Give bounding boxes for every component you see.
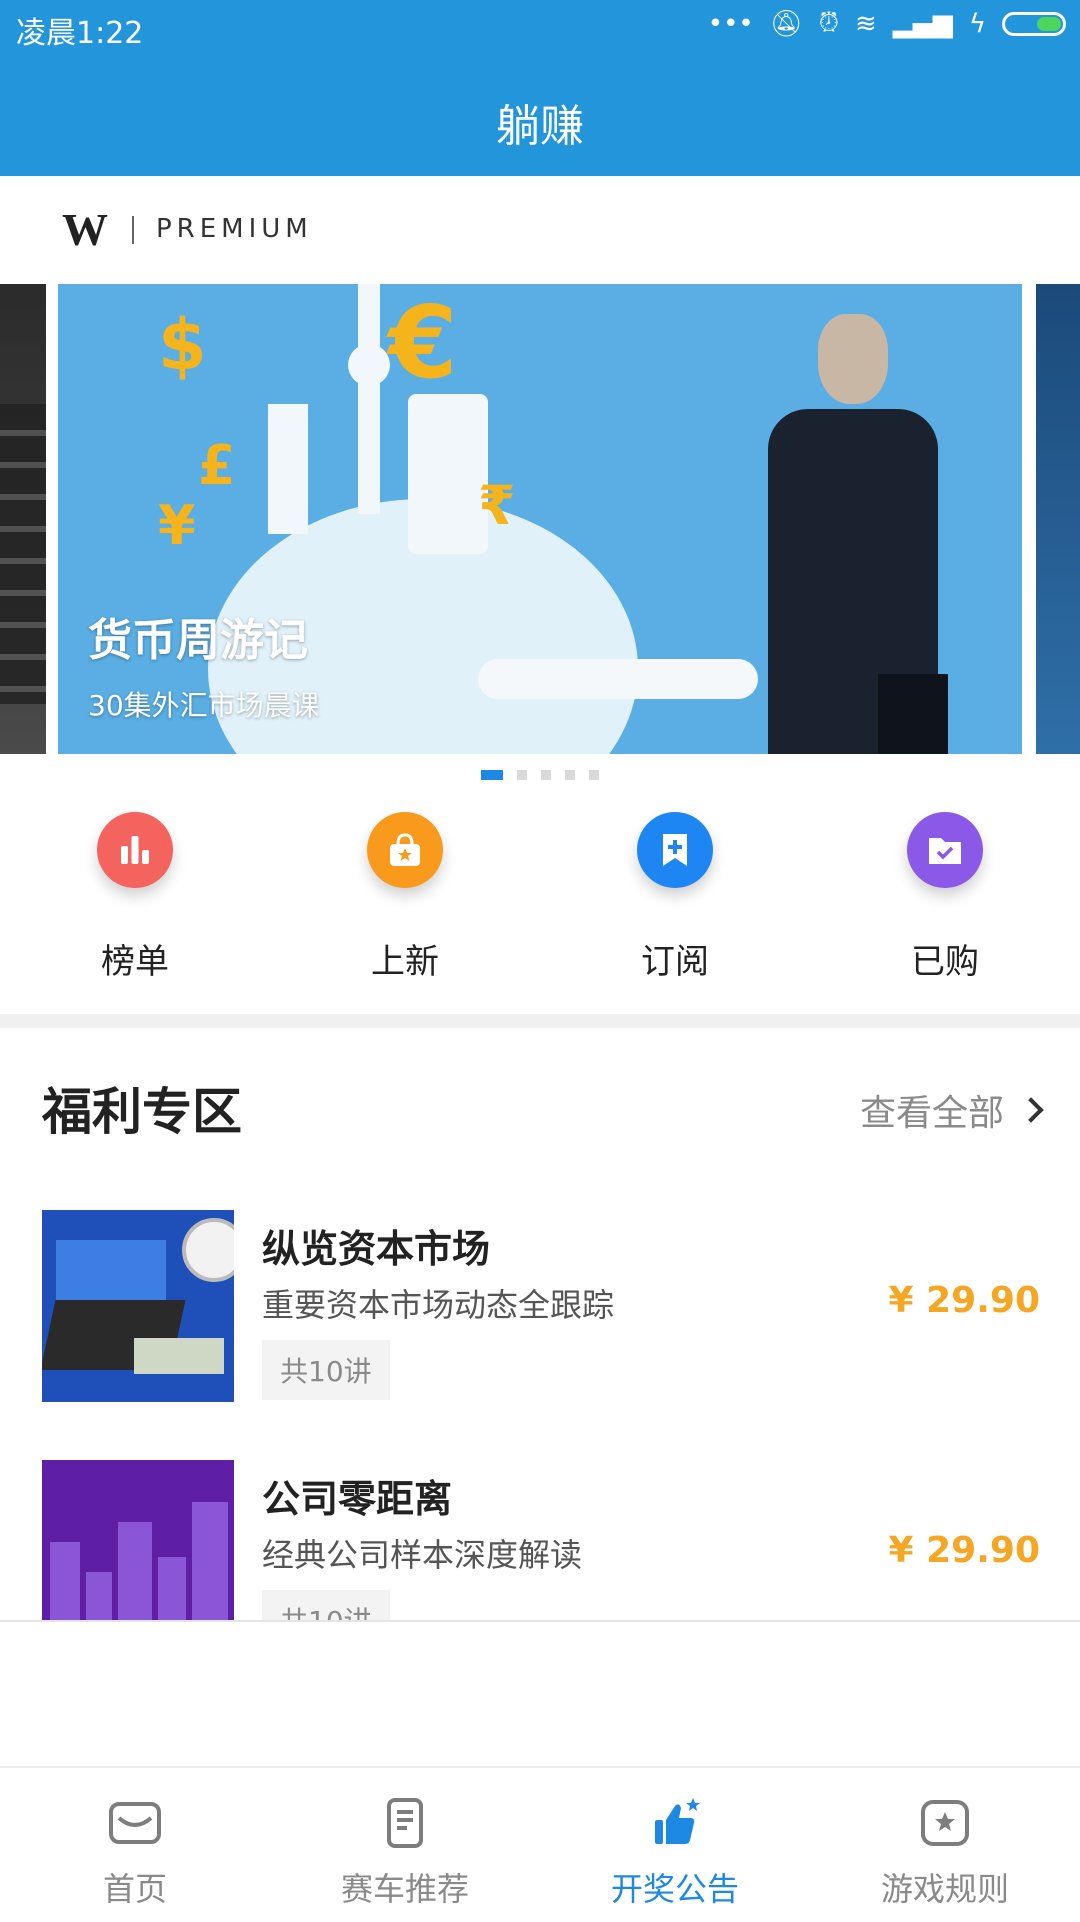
- status-icons: ••• 🔕︎ ⏰︎ ≋ ▂▄▆ ϟ: [708, 8, 1066, 39]
- course-price: ¥ 29.90: [888, 1280, 1040, 1321]
- slide-caption: 货币周游记 30集外汇市场晨课: [88, 604, 320, 724]
- mute-icon: 🔕︎: [769, 8, 803, 39]
- tab-label: 开奖公告: [610, 1870, 739, 1908]
- brand-strip: W PREMIUM: [0, 176, 1080, 284]
- course-description: 经典公司样本深度解读: [262, 1536, 583, 1574]
- folder-check-icon: [907, 812, 983, 888]
- quick-entry-new[interactable]: 上新: [270, 812, 540, 1012]
- carousel-slide[interactable]: $ € £ ¥ ₹ 货币周游记 30集外汇市场晨课: [58, 284, 1022, 754]
- brand-text: PREMIUM: [156, 214, 313, 244]
- slide-title: 货币周游记: [88, 615, 308, 666]
- quick-entry-label: 上新: [371, 942, 439, 982]
- quick-entry-label: 榜单: [101, 942, 169, 982]
- wifi-icon: ≋: [855, 8, 877, 39]
- course-description: 重要资本市场动态全跟踪: [262, 1286, 615, 1324]
- tab-game-rules[interactable]: 游戏规则: [810, 1768, 1080, 1922]
- star-box-icon: [921, 1800, 969, 1846]
- signal-icon: ▂▄▆: [892, 8, 953, 39]
- shopping-bag-icon: [367, 812, 443, 888]
- carousel-dot[interactable]: [481, 770, 503, 780]
- more-icon: •••: [707, 8, 754, 39]
- view-all-link[interactable]: 查看全部: [859, 1084, 1044, 1136]
- yen-symbol: ¥: [158, 494, 196, 557]
- chevron-right-icon: [1018, 1097, 1044, 1123]
- course-thumbnail: [42, 1460, 234, 1620]
- carousel-prev-slide[interactable]: [0, 284, 46, 754]
- quick-entry-label: 已购: [911, 942, 979, 982]
- rupee-symbol: ₹: [478, 474, 516, 537]
- tower-illustration: [358, 284, 380, 514]
- mail-icon: [109, 1802, 161, 1844]
- bottom-tab-bar: 首页 赛车推荐 开奖公告 游戏规则: [0, 1766, 1080, 1922]
- section-divider: [0, 1014, 1080, 1028]
- course-title: 公司零距离: [262, 1477, 453, 1521]
- banner-carousel[interactable]: $ € £ ¥ ₹ 货币周游记 30集外汇市场晨课: [0, 284, 1080, 754]
- course-thumbnail: [42, 1210, 234, 1402]
- tab-label: 赛车推荐: [340, 1870, 469, 1908]
- brand-separator: [132, 216, 134, 244]
- course-title: 纵览资本市场: [262, 1227, 491, 1271]
- document-icon: [387, 1798, 423, 1848]
- dollar-symbol: $: [158, 304, 207, 386]
- tab-lottery-results[interactable]: 开奖公告: [540, 1768, 810, 1922]
- tab-label: 首页: [102, 1870, 167, 1908]
- section-title: 福利专区: [42, 1083, 242, 1141]
- tab-home[interactable]: 首页: [0, 1768, 270, 1922]
- charging-icon: ϟ: [968, 8, 986, 39]
- list-item[interactable]: 纵览资本市场 重要资本市场动态全跟踪 共10讲 ¥ 29.90: [0, 1210, 1080, 1410]
- quick-entry-subscribe[interactable]: 订阅: [540, 812, 810, 1012]
- thumbs-up-icon: [655, 1798, 700, 1844]
- carousel-dot[interactable]: [565, 770, 575, 780]
- brand-logo: W: [62, 204, 108, 255]
- battery-icon: [1002, 11, 1066, 36]
- status-bar: 凌晨1:22 ••• 🔕︎ ⏰︎ ≋ ▂▄▆ ϟ: [0, 0, 1080, 56]
- tab-label: 游戏规则: [880, 1870, 1009, 1908]
- carousel-dot[interactable]: [517, 770, 527, 780]
- list-item[interactable]: 公司零距离 经典公司样本深度解读 共10讲 ¥ 29.90: [0, 1460, 1080, 1620]
- course-price: ¥ 29.90: [888, 1530, 1040, 1571]
- carousel-dot[interactable]: [541, 770, 551, 780]
- presenter-photo: [758, 314, 948, 754]
- status-time: 凌晨1:22: [16, 16, 144, 51]
- euro-symbol: €: [388, 284, 458, 401]
- course-list[interactable]: 纵览资本市场 重要资本市场动态全跟踪 共10讲 ¥ 29.90 公司零距离 经典…: [0, 1190, 1080, 1620]
- quick-entry-label: 订阅: [641, 942, 709, 982]
- bookmark-plus-icon: [637, 812, 713, 888]
- airplane-illustration: [478, 659, 758, 699]
- quick-entry-purchased[interactable]: 已购: [810, 812, 1080, 1012]
- leaning-tower-illustration: [408, 394, 488, 554]
- carousel-dot[interactable]: [589, 770, 599, 780]
- lecture-count-badge: 共10讲: [262, 1590, 390, 1620]
- chart-bars-icon: [97, 812, 173, 888]
- slide-subtitle: 30集外汇市场晨课: [88, 689, 320, 722]
- alarm-icon: ⏰︎: [818, 8, 840, 38]
- pound-symbol: £: [198, 434, 236, 497]
- carousel-indicator: [0, 770, 1080, 780]
- view-all-label: 查看全部: [859, 1093, 1004, 1134]
- app-header: 凌晨1:22 ••• 🔕︎ ⏰︎ ≋ ▂▄▆ ϟ 躺赚: [0, 0, 1080, 176]
- carousel-next-slide[interactable]: [1036, 284, 1080, 754]
- page-title: 躺赚: [496, 101, 584, 152]
- quick-entry-ranking[interactable]: 榜单: [0, 812, 270, 1012]
- statue-illustration: [268, 404, 308, 534]
- quick-entry-grid: 榜单 上新 订阅 已购: [0, 812, 1080, 1012]
- tab-racing-picks[interactable]: 赛车推荐: [270, 1768, 540, 1922]
- lecture-count-badge: 共10讲: [262, 1340, 390, 1400]
- list-divider: [0, 1620, 1080, 1622]
